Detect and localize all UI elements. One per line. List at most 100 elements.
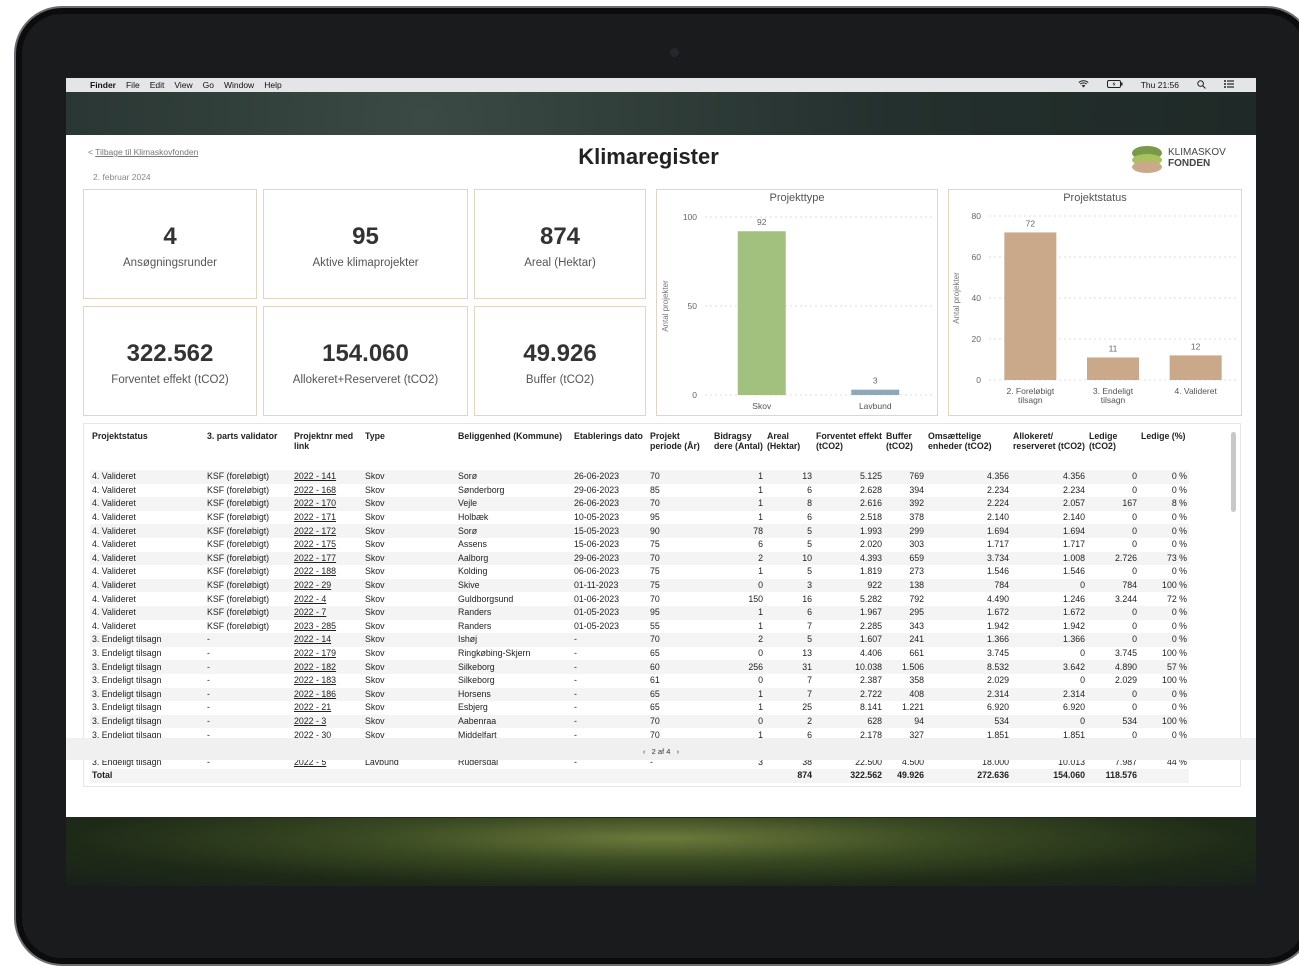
project-link[interactable]: 2022 - 29 xyxy=(292,578,363,593)
table-scrollbar[interactable] xyxy=(1231,432,1236,512)
project-link[interactable]: 2022 - 175 xyxy=(292,538,363,552)
column-header[interactable]: Projekt periode (År) xyxy=(648,431,712,470)
column-header[interactable]: Projektnr med link xyxy=(292,431,363,470)
table-cell: 0 xyxy=(1011,578,1087,593)
table-cell: 94 xyxy=(884,714,926,729)
camera xyxy=(670,48,679,57)
table-cell: 4. Valideret xyxy=(90,605,205,620)
column-header[interactable]: Projektstatus xyxy=(90,431,205,470)
kpi-value: 322.562 xyxy=(126,340,214,367)
table-cell: 1.506 xyxy=(884,660,926,674)
project-link[interactable]: 2022 - 177 xyxy=(292,551,363,566)
prev-page-button[interactable]: ‹ xyxy=(643,747,646,756)
table-cell: 0 % xyxy=(1171,484,1187,495)
table-cell: 8.141 xyxy=(859,702,882,713)
total-cell xyxy=(363,769,456,783)
menu-go[interactable]: Go xyxy=(203,80,214,90)
table-cell: 2.722 xyxy=(814,687,884,702)
project-link[interactable]: 2022 - 186 xyxy=(292,687,363,702)
menu-window[interactable]: Window xyxy=(224,80,254,90)
table-cell: 0 xyxy=(1087,633,1139,647)
control-center-icon[interactable] xyxy=(1224,80,1234,90)
table-cell: 0 xyxy=(1080,675,1085,686)
table-cell: Horsens xyxy=(456,687,572,702)
column-header[interactable]: 3. parts validator xyxy=(205,431,292,470)
table-cell: 0 % xyxy=(1139,687,1189,702)
battery-icon[interactable] xyxy=(1106,80,1123,90)
column-header[interactable]: Buffer (tCO2) xyxy=(884,431,926,470)
table-row: 4. Valideret KSF (foreløbigt) 2023 - 285 Sk… xyxy=(90,620,1189,634)
menu-edit[interactable]: Edit xyxy=(150,80,165,90)
project-link[interactable]: 2022 - 188 xyxy=(292,565,363,579)
column-header[interactable]: Etablerings dato xyxy=(572,431,648,470)
table-cell: 1.008 xyxy=(1011,551,1087,566)
column-header[interactable]: Type xyxy=(363,431,456,470)
table-cell: 1.546 xyxy=(1062,566,1085,577)
table-row: 4. Valideret KSF (foreløbigt) 2022 - 175 Sk… xyxy=(90,538,1189,552)
project-link[interactable]: 2022 - 171 xyxy=(292,511,363,525)
project-link[interactable]: 2023 - 285 xyxy=(292,620,363,634)
column-header[interactable]: Allokeret/ reserveret (tCO2) xyxy=(1011,431,1087,470)
menu-finder[interactable]: Finder xyxy=(90,80,116,90)
column-header[interactable]: Bidragsy dere (Antal) xyxy=(712,431,765,470)
bar[interactable] xyxy=(851,389,900,395)
next-page-button[interactable]: › xyxy=(677,747,680,756)
project-link[interactable]: 2022 - 141 xyxy=(292,470,363,484)
menu-help[interactable]: Help xyxy=(264,80,281,90)
column-header[interactable]: Ledige (%) xyxy=(1139,431,1189,470)
table-cell: 2.140 xyxy=(986,512,1009,523)
clock-text[interactable]: Thu 21:56 xyxy=(1141,80,1179,90)
column-header[interactable]: Areal (Hektar) xyxy=(765,431,814,470)
table-row: 3. Endeligt tilsagn -2022 - 14 Skov Ishøj -7… xyxy=(90,633,1189,647)
table-cell: 1 xyxy=(758,702,763,713)
wifi-icon[interactable] xyxy=(1078,80,1089,90)
project-link[interactable]: 2022 - 21 xyxy=(292,701,363,715)
column-header[interactable]: Omsættelige enheder (tCO2) xyxy=(926,431,1011,470)
menu-view[interactable]: View xyxy=(174,80,192,90)
table-cell: - xyxy=(572,687,648,702)
table-cell: KSF (foreløbigt) xyxy=(207,593,270,604)
table-cell: Kolding xyxy=(458,566,488,577)
project-link[interactable]: 2022 - 4 xyxy=(292,592,363,606)
table-cell: 7 xyxy=(765,687,814,702)
project-link[interactable]: 2022 - 179 xyxy=(292,647,363,661)
report-page: < Tilbage til Klimaskovfonden 2. februar… xyxy=(66,135,1256,817)
column-header[interactable]: Ledige (tCO2) xyxy=(1087,431,1139,470)
table-cell: 0 xyxy=(1132,620,1137,631)
table-cell: 0 % xyxy=(1171,702,1187,713)
table-row: 4. Valideret KSF (foreløbigt) 2022 - 177 Sk… xyxy=(90,551,1189,566)
menu-file[interactable]: File xyxy=(126,80,140,90)
table-cell: 95 xyxy=(650,512,660,523)
project-link[interactable]: 2022 - 168 xyxy=(292,484,363,498)
table-cell: 2.726 xyxy=(1087,551,1139,566)
project-link[interactable]: 2022 - 3 xyxy=(292,714,363,729)
spotlight-icon[interactable] xyxy=(1197,79,1206,91)
table-cell: Skov xyxy=(363,578,456,593)
table-cell: 0 xyxy=(1080,648,1085,659)
x-tick-label: Lavbund xyxy=(859,401,892,411)
bar[interactable] xyxy=(1169,355,1222,380)
kpi-card-forventet-effekt: 322.562 Forventet effekt (tCO2) xyxy=(83,306,257,416)
project-link[interactable]: 2022 - 172 xyxy=(292,524,363,538)
table-cell: 1.694 xyxy=(1011,524,1087,538)
table-cell: 25 xyxy=(802,702,812,713)
table-cell: 0 % xyxy=(1139,524,1189,538)
table-cell: Ishøj xyxy=(456,633,572,647)
table-cell: 0 % xyxy=(1171,566,1187,577)
project-link[interactable]: 2022 - 183 xyxy=(292,674,363,688)
table-cell: 4.356 xyxy=(926,470,1011,484)
project-table-container[interactable]: Projektstatus 3. parts validator Projektnr… xyxy=(83,423,1241,787)
x-tick-label: Skov xyxy=(752,401,772,411)
table-cell: 784 xyxy=(1087,578,1139,593)
table-cell: Skov xyxy=(365,675,385,686)
project-link[interactable]: 2022 - 170 xyxy=(292,497,363,511)
column-header[interactable]: Beliggenhed (Kommune) xyxy=(456,431,572,470)
bar[interactable] xyxy=(737,231,786,395)
bar[interactable] xyxy=(1087,357,1139,380)
column-header[interactable]: Forventet effekt (tCO2) xyxy=(814,431,884,470)
project-link[interactable]: 2022 - 7 xyxy=(292,605,363,620)
project-link[interactable]: 2022 - 14 xyxy=(292,633,363,647)
bar[interactable] xyxy=(1004,232,1057,380)
project-link[interactable]: 2022 - 182 xyxy=(292,660,363,674)
total-cell: 874 xyxy=(765,769,814,783)
